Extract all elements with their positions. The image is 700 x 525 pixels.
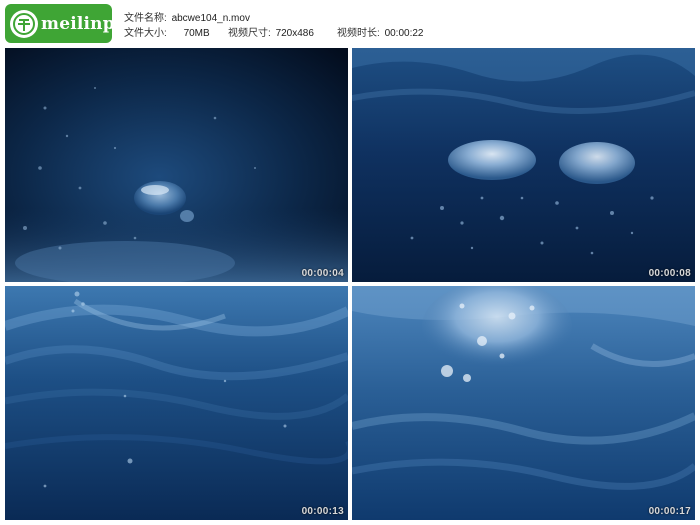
file-size-value: 70MB [183,28,210,39]
video-dims-row: 视频尺寸: 720x486 [228,28,314,40]
video-duration-row: 视频时长: 00:00:22 [337,28,424,40]
video-thumbnail-2[interactable]: 00:00:08 [352,48,695,282]
thumbnail-timestamp: 00:00:08 [648,268,691,279]
thumbnail-timestamp: 00:00:17 [648,506,691,517]
logo-emblem-icon [10,9,38,38]
logo-text: meilinps [41,13,125,34]
video-dims-label: 视频尺寸: [228,28,271,39]
thumbnail-timestamp: 00:00:13 [301,506,344,517]
video-duration-label: 视频时长: [337,28,380,39]
file-name-value: abcwe104_n.mov [171,13,250,24]
video-dims-value: 720x486 [275,28,314,39]
underwater-frame-image [5,48,348,282]
thumbnail-timestamp: 00:00:04 [301,268,344,279]
underwater-frame-image [352,286,695,520]
underwater-frame-image [5,286,348,520]
file-name-row: 文件名称: abcwe104_n.mov [124,13,250,25]
file-size-row: 文件大小: 70MB [124,28,210,40]
video-thumbnail-1[interactable]: 00:00:04 [5,48,348,282]
video-preview-sheet: meilinps 文件名称: abcwe104_n.mov 文件大小: 70MB… [0,0,700,525]
file-name-label: 文件名称: [124,13,167,24]
file-size-label: 文件大小: [124,28,167,39]
video-thumbnail-4[interactable]: 00:00:17 [352,286,695,520]
underwater-frame-image [352,48,695,282]
brand-logo[interactable]: meilinps [5,4,124,43]
video-duration-value: 00:00:22 [384,28,424,39]
video-thumbnail-3[interactable]: 00:00:13 [5,286,348,520]
